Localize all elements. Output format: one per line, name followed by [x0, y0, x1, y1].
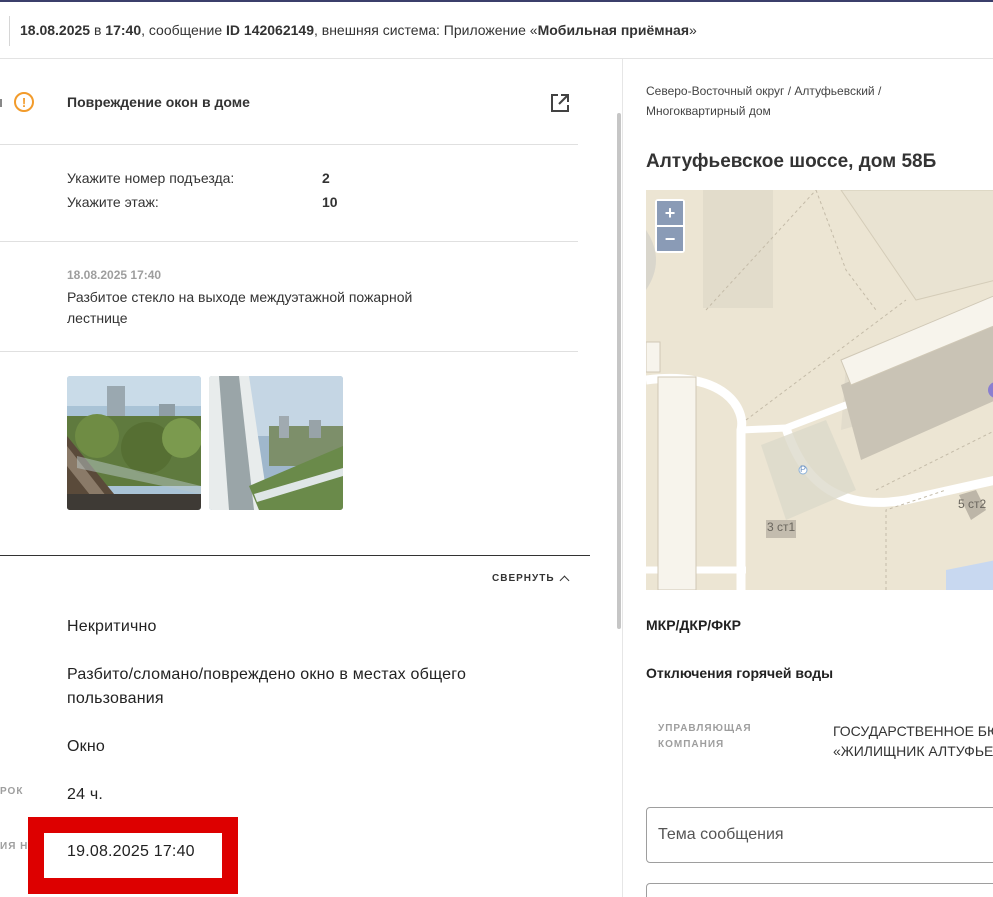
message-timestamp: 18.08.2025 17:40 [67, 268, 162, 282]
zoom-in-button[interactable]: + [657, 201, 683, 225]
management-company-line-2: «ЖИЛИЩНИК АЛТУФЬЕВ [833, 743, 993, 759]
map-view[interactable]: + − P 3 ст1 5 ст2 [646, 190, 993, 590]
header-divider [9, 16, 10, 46]
hot-water-link[interactable]: Отключения горячей воды [646, 665, 833, 681]
system-prefix: , внешняя система: Приложение « [313, 22, 538, 38]
photo-thumbnail-1[interactable] [67, 376, 201, 510]
word-message: , сообщение [141, 22, 223, 38]
management-company-label: УПРАВЛЯЮЩАЯ КОМПАНИЯ [658, 723, 752, 750]
field-label-entrance: Укажите номер подъезда: [67, 170, 235, 186]
deadline-label: ИЯ Н [0, 841, 29, 852]
address-title: Алтуфьевское шоссе, дом 58Б [646, 151, 937, 172]
message-body-field[interactable] [646, 883, 993, 897]
message-id: 142062149 [243, 22, 314, 38]
subject-input[interactable] [658, 808, 988, 862]
photo-1-image [67, 376, 201, 510]
subject-field[interactable] [646, 807, 993, 863]
message-date: 18.08.2025 [20, 22, 91, 38]
left-panel: ! Повреждение окон в доме Укажите номер … [0, 59, 622, 897]
zoom-out-button[interactable]: − [657, 227, 683, 251]
management-company-value: ГОСУДАРСТВЕННОЕ БЮДЖ «ЖИЛИЩНИК АЛТУФЬЕВ [833, 721, 993, 761]
message-time: 17:40 [105, 22, 142, 38]
detail-object: Окно [67, 738, 105, 755]
field-value-floor: 10 [322, 194, 338, 210]
cut-icon-fragment [0, 99, 2, 107]
photo-thumbnail-2[interactable] [209, 376, 343, 510]
term-label: РОК [0, 786, 24, 797]
system-name: Мобильная приёмная [537, 22, 690, 38]
chevron-up-icon [559, 575, 569, 586]
field-label-floor: Укажите этаж: [67, 194, 159, 210]
map-zoom-control: + − [655, 199, 685, 253]
message-text: Разбитое стекло на выходе междуэтажной п… [67, 289, 413, 326]
detail-category: Разбито/сломано/повреждено окно в местах… [67, 666, 467, 707]
collapse-button[interactable]: СВЕРНУТЬ [492, 573, 569, 586]
warning-icon: ! [14, 92, 34, 112]
message-info: 18.08.2025 в 17:40, сообщение ID 1420621… [20, 22, 697, 38]
map-building-label-1: 3 ст1 [767, 520, 796, 534]
detail-criticality: Некритично [67, 618, 157, 635]
message-header: 18.08.2025 в 17:40, сообщение ID 1420621… [0, 0, 993, 59]
collapse-label: СВЕРНУТЬ [492, 573, 555, 584]
open-external-svg [551, 94, 569, 112]
map-canvas [646, 190, 993, 590]
right-panel: Северо-Восточный округ / Алтуфьевский / … [623, 59, 993, 897]
section-divider [0, 555, 590, 556]
location-breadcrumb: Северо-Восточный округ / Алтуфьевский / … [646, 84, 882, 118]
word-in: в [93, 22, 102, 38]
field-value-entrance: 2 [322, 170, 330, 186]
problem-title: Повреждение окон в доме [67, 94, 250, 110]
divider [0, 144, 578, 145]
parking-label: P [800, 464, 807, 474]
system-suffix: » [689, 22, 697, 38]
left-scrollbar[interactable] [617, 113, 621, 629]
divider [0, 241, 578, 242]
open-external-icon[interactable] [549, 92, 571, 114]
detail-deadline: 19.08.2025 17:40 [67, 843, 195, 860]
photo-2-image [209, 376, 343, 510]
highlight-box: 19.08.2025 17:40 [28, 817, 238, 894]
map-building-label-2: 5 ст2 [958, 497, 987, 511]
id-label: ID [226, 22, 241, 38]
management-company-line-1: ГОСУДАРСТВЕННОЕ БЮДЖ [833, 723, 993, 739]
detail-term: 24 ч. [67, 786, 104, 803]
program-label: МКР/ДКР/ФКР [646, 617, 742, 633]
divider [0, 351, 578, 352]
app-root: 18.08.2025 в 17:40, сообщение ID 1420621… [0, 0, 993, 897]
